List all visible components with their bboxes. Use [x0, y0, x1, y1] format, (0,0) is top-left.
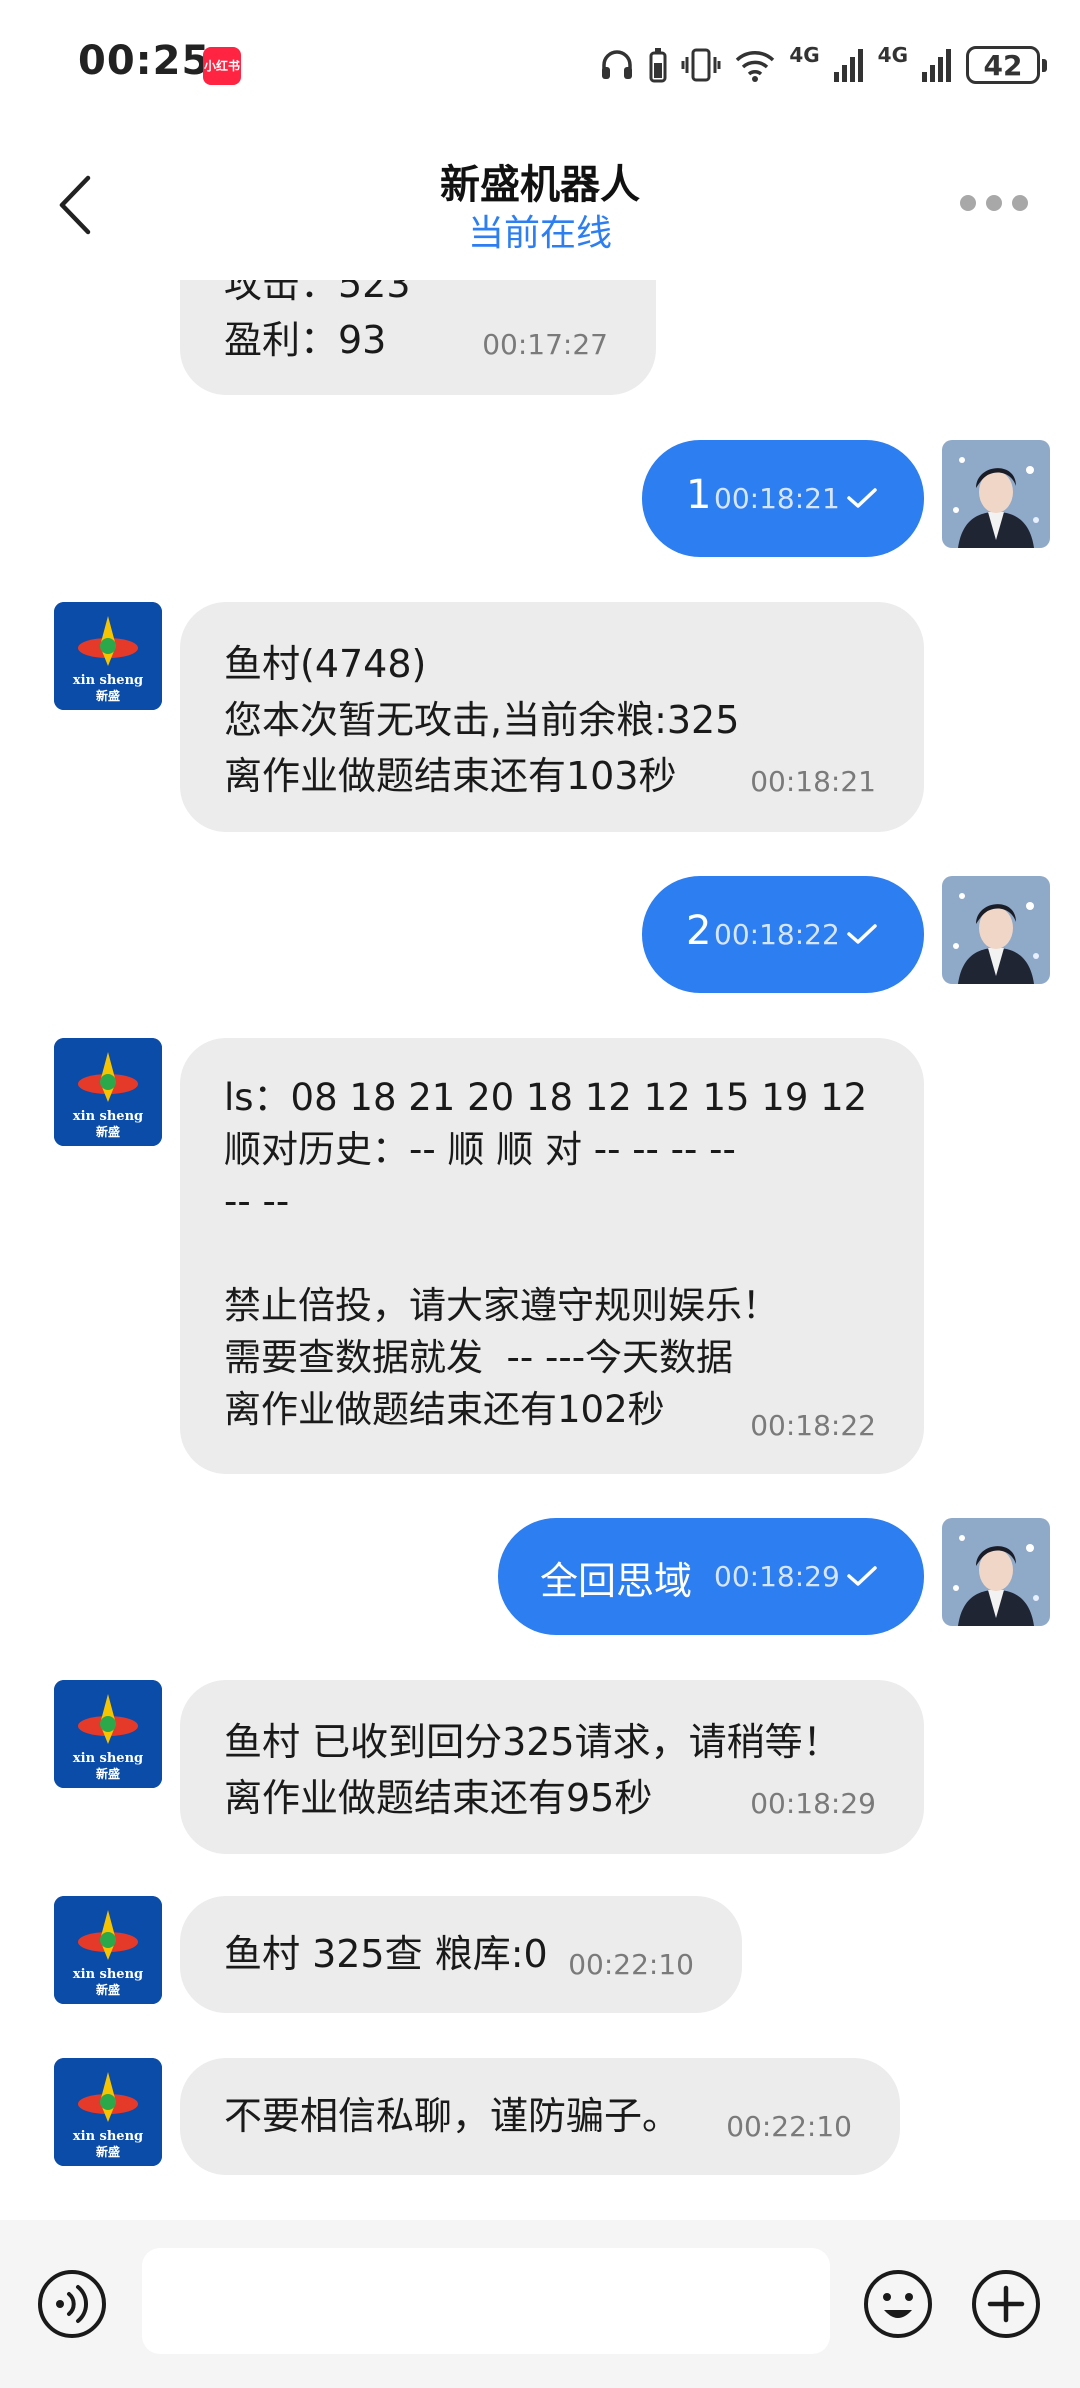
headphones-icon — [602, 50, 633, 79]
battery-level: 42 — [983, 48, 1023, 82]
online-status: 当前在线 — [467, 213, 612, 254]
message-text: 全回思域 — [540, 1559, 693, 1603]
message-bubble-outgoing[interactable]: 全回思域 00:18:29 — [498, 1518, 924, 1635]
message-time: 00:18:29 — [714, 1560, 840, 1593]
xiaohongshu-notification-icon: 小红书 — [203, 47, 241, 85]
sent-check-icon — [847, 924, 877, 944]
input-bar — [0, 2220, 1080, 2388]
wifi-icon — [736, 51, 775, 82]
chat-title: 新盛机器人 — [440, 162, 640, 208]
bot-avatar[interactable]: xin sheng 新盛 — [54, 1038, 162, 1146]
message-bubble-incoming[interactable]: 鱼村 325查 粮库:0 00:22:10 — [180, 1896, 742, 2013]
message-input[interactable] — [142, 2248, 830, 2354]
message-text: ls：08 18 21 20 18 12 12 15 19 12 顺对历史：--… — [224, 1076, 868, 1431]
add-attachment-icon[interactable] — [970, 2268, 1042, 2340]
message-bubble-incoming[interactable]: 鱼村(4748) 您本次暂无攻击,当前余粮:325 离作业做题结束还有103秒 … — [180, 602, 924, 832]
user-avatar[interactable] — [942, 1518, 1050, 1626]
message-time: 00:22:10 — [726, 2110, 852, 2143]
emoji-icon[interactable] — [862, 2268, 934, 2340]
bot-logo-text-cn: 新盛 — [96, 1982, 120, 1997]
sent-check-icon — [847, 1566, 877, 1586]
message-text: 1 — [686, 472, 712, 518]
status-time: 00:25 — [78, 38, 211, 84]
message-time: 00:18:22 — [714, 918, 840, 951]
message-time: 00:18:21 — [714, 482, 840, 515]
bot-logo-text-cn: 新盛 — [96, 1124, 120, 1139]
status-bar: 00:25 小红书 4G 4G 42 — [0, 0, 1080, 130]
message-text: 2 — [686, 908, 712, 954]
signal-icon-2 — [922, 49, 951, 82]
bot-logo-text: xin sheng — [73, 1967, 143, 1982]
battery-icon: 42 — [966, 46, 1047, 84]
message-bubble-incoming[interactable]: ls：08 18 21 20 18 12 12 15 19 12 顺对历史：--… — [180, 1038, 924, 1474]
message-bubble-outgoing[interactable]: 1 00:18:21 — [642, 440, 924, 557]
message-time: 00:18:22 — [750, 1409, 876, 1442]
network-type-2: 4G — [877, 43, 908, 67]
network-type-1: 4G — [789, 43, 820, 67]
bot-avatar[interactable]: xin sheng 新盛 — [54, 602, 162, 710]
signal-icon — [833, 49, 863, 82]
sent-check-icon — [847, 488, 877, 508]
bot-logo-text: xin sheng — [73, 673, 143, 688]
message-bubble-incoming[interactable]: 鱼村 已收到回分325请求，请稍等！ 离作业做题结束还有95秒 00:18:29 — [180, 1680, 924, 1854]
bot-logo-text: xin sheng — [73, 2129, 143, 2144]
message-time: 00:18:21 — [750, 765, 876, 798]
bot-logo-text: xin sheng — [73, 1751, 143, 1766]
message-time: 00:18:29 — [750, 1787, 876, 1820]
chat-header: 新盛机器人 当前在线 — [0, 130, 1080, 280]
message-bubble-incoming[interactable]: 不要相信私聊，谨防骗子。 00:22:10 — [180, 2058, 900, 2175]
headphone-battery-icon — [649, 48, 667, 83]
voice-input-icon[interactable] — [36, 2268, 108, 2340]
bot-logo-text: xin sheng — [73, 1109, 143, 1124]
bot-logo-text-cn: 新盛 — [96, 2144, 120, 2159]
user-avatar[interactable] — [942, 440, 1050, 548]
bot-logo-text-cn: 新盛 — [96, 1766, 120, 1781]
bot-avatar[interactable]: xin sheng 新盛 — [54, 1680, 162, 1788]
message-list[interactable]: 攻击：523 盈利：93 00:17:27 1 00:18:21 xin she… — [0, 280, 1080, 2210]
message-bubble-incoming[interactable]: 攻击：523 盈利：93 00:17:27 — [180, 280, 656, 395]
status-icons: 4G 4G 42 — [599, 40, 1047, 90]
bot-logo-text-cn: 新盛 — [96, 688, 120, 703]
message-time: 00:17:27 — [482, 328, 608, 361]
user-avatar[interactable] — [942, 876, 1050, 984]
vibrate-icon — [681, 48, 721, 82]
message-time: 00:22:10 — [568, 1948, 694, 1981]
bot-avatar[interactable]: xin sheng 新盛 — [54, 2058, 162, 2166]
more-options-icon[interactable] — [960, 188, 1040, 218]
bot-avatar[interactable]: xin sheng 新盛 — [54, 1896, 162, 2004]
message-bubble-outgoing[interactable]: 2 00:18:22 — [642, 876, 924, 993]
